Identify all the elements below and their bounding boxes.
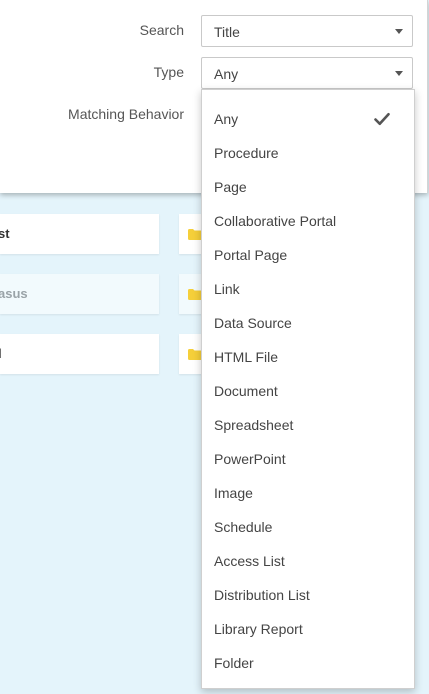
dropdown-option-schedule[interactable]: Schedule: [214, 519, 272, 535]
dropdown-option-document[interactable]: Document: [214, 383, 278, 399]
dropdown-option-access-list[interactable]: Access List: [214, 553, 285, 569]
dropdown-option-distribution-list[interactable]: Distribution List: [214, 587, 310, 603]
dropdown-option-page[interactable]: Page: [214, 179, 247, 195]
dropdown-option-data-source[interactable]: Data Source: [214, 315, 292, 331]
search-label: Search: [139, 22, 184, 38]
folder-icon: [188, 349, 202, 360]
caret-down-icon: [395, 29, 403, 34]
type-label: Type: [153, 64, 184, 80]
dropdown-option-html-file[interactable]: HTML File: [214, 349, 278, 365]
folder-icon: [188, 229, 202, 240]
caret-down-icon: [395, 71, 403, 76]
dropdown-option-any[interactable]: Any: [214, 111, 238, 127]
item-card[interactable]: l: [0, 334, 159, 374]
dropdown-option-library-report[interactable]: Library Report: [214, 621, 303, 637]
matching-behavior-label: Matching Behavior: [68, 106, 184, 122]
type-dropdown-menu[interactable]: Any Procedure Page Collaborative Portal …: [201, 89, 415, 689]
dropdown-option-portal-page[interactable]: Portal Page: [214, 247, 287, 263]
type-select[interactable]: Any: [201, 57, 413, 89]
item-card[interactable]: st: [0, 214, 159, 254]
folder-icon: [188, 289, 202, 300]
item-card[interactable]: asus: [0, 274, 159, 314]
dropdown-option-procedure[interactable]: Procedure: [214, 145, 279, 161]
dropdown-option-image[interactable]: Image: [214, 485, 253, 501]
search-select[interactable]: Title: [201, 15, 413, 47]
type-select-value: Any: [214, 66, 239, 82]
dropdown-option-link[interactable]: Link: [214, 281, 240, 297]
item-card-title: asus: [0, 286, 28, 301]
check-icon: [374, 112, 390, 126]
item-card-title: l: [0, 346, 2, 361]
dropdown-option-folder[interactable]: Folder: [214, 655, 254, 671]
dropdown-option-collaborative-portal[interactable]: Collaborative Portal: [214, 213, 336, 229]
dropdown-option-spreadsheet[interactable]: Spreadsheet: [214, 417, 293, 433]
dropdown-option-powerpoint[interactable]: PowerPoint: [214, 451, 286, 467]
search-select-value: Title: [214, 24, 240, 40]
item-card-title: st: [0, 226, 10, 241]
